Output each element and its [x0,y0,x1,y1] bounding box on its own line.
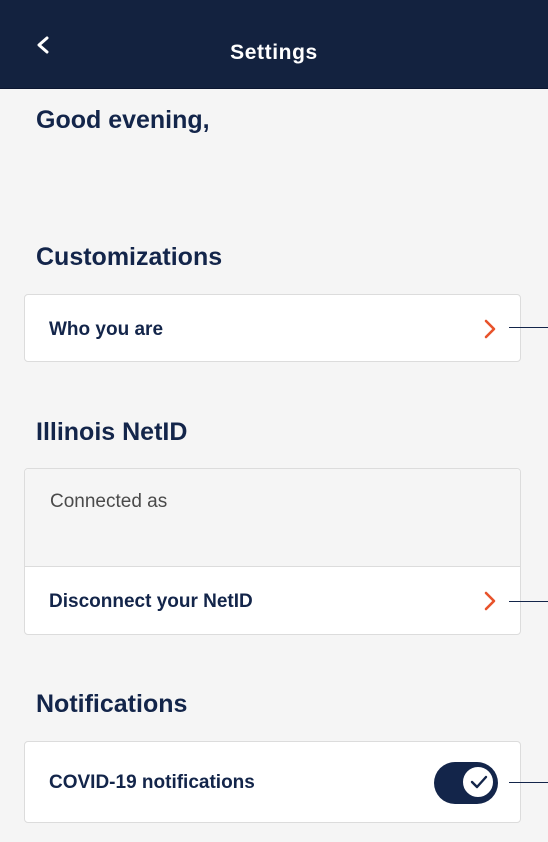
toggle-knob [461,765,495,799]
who-you-are-label: Who you are [49,319,164,340]
disconnect-netid-label: Disconnect your NetID [49,591,253,612]
covid-notifications-label: COVID-19 notifications [49,772,255,793]
netid-connected-panel: Connected as [25,469,520,566]
netid-card: Connected as Disconnect your NetID [24,468,521,635]
app-header: Settings [0,0,548,89]
netid-heading: Illinois NetID [36,418,188,446]
connector-line [509,601,548,602]
chevron-right-icon [484,319,496,339]
customizations-heading: Customizations [36,243,223,271]
notifications-heading: Notifications [36,690,188,718]
page-title: Settings [230,41,318,64]
connector-line [509,327,548,328]
chevron-right-icon [484,591,496,611]
covid-notifications-row: COVID-19 notifications [24,741,521,823]
connector-line [509,782,548,783]
covid-notifications-toggle[interactable] [434,762,498,804]
who-you-are-row[interactable]: Who you are [24,294,521,362]
disconnect-netid-row[interactable]: Disconnect your NetID [25,567,520,634]
connected-as-label: Connected as [50,491,168,512]
checkmark-icon [470,775,488,789]
greeting-text: Good evening, [36,106,210,134]
